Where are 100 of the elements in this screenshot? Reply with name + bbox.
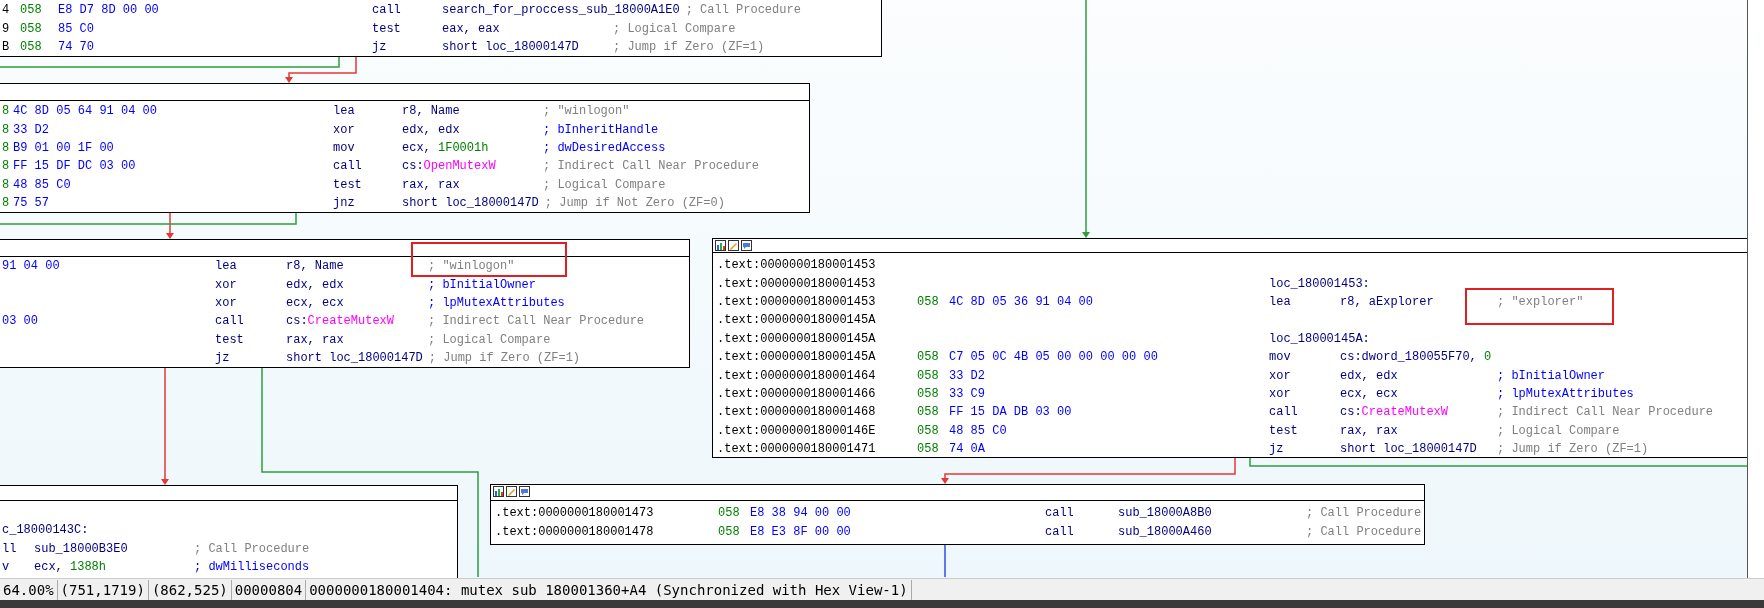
comment-text: ; Indirect Call Near Procedure — [428, 313, 645, 331]
operands: eax, eax — [442, 21, 500, 36]
address-text: .text:0000000180001473 — [495, 506, 654, 521]
operands: cs:CreateMutexW — [1340, 405, 1449, 420]
mnemonic: jz — [215, 351, 230, 366]
opcode-bytes: 33 C9 — [949, 386, 985, 401]
mnemonic: mov — [333, 140, 355, 155]
address-text: 4 — [2, 3, 10, 18]
opcode-bytes: 85 C0 — [58, 21, 94, 36]
opcode-bytes: E8 D7 8D 00 00 — [58, 3, 159, 18]
mnemonic: call — [1045, 524, 1074, 539]
code-label[interactable]: c_18000143C: — [2, 521, 89, 540]
operands: cs:dword_180055F70, 0 — [1340, 350, 1492, 365]
opcode-bytes: FF 15 DF DC 03 00 — [13, 159, 136, 174]
mnemonic: test — [333, 177, 362, 192]
operands: ecx, 1F0001h — [402, 140, 489, 155]
address-text: .text:0000000180001453 — [717, 276, 876, 291]
address-text: .text:0000000180001471 — [717, 442, 876, 457]
address-text: .text:0000000180001468 — [717, 405, 876, 420]
opcode-bytes: B9 01 00 1F 00 — [13, 140, 114, 155]
stack-offset: 058 — [917, 405, 939, 420]
mnemonic: xor — [333, 122, 355, 137]
operands: cs:OpenMutexW — [402, 159, 496, 174]
stack-offset: 8 — [2, 104, 10, 119]
status-text: 00000804 — [231, 579, 307, 600]
comment-text: ; Indirect Call Near Procedure — [1497, 404, 1714, 422]
stack-offset: 058 — [718, 524, 740, 539]
mnemonic: call — [1045, 506, 1074, 521]
opcode-bytes: 4C 8D 05 36 91 04 00 — [949, 294, 1094, 309]
mnemonic: xor — [215, 277, 237, 292]
comment-icon[interactable] — [741, 240, 752, 251]
opcode-bytes: 75 57 — [13, 196, 49, 211]
stack-offset: 058 — [718, 506, 740, 521]
mnemonic: call — [215, 314, 244, 329]
operands: r8, Name — [402, 104, 460, 119]
address-text: .text:000000018000145A — [717, 313, 876, 328]
mnemonic: call — [1269, 405, 1298, 420]
address-text: 9 — [2, 21, 10, 36]
operands: rax, rax — [286, 332, 344, 347]
opcode-bytes: 33 D2 — [949, 368, 985, 383]
operands: short loc_18000147D — [1340, 442, 1477, 457]
edit-icon[interactable] — [728, 240, 739, 251]
operands: rax, rax — [1340, 423, 1398, 438]
operands: ecx, 1388h — [34, 559, 107, 574]
comment-text: ; Jump if Not Zero (ZF=0) — [544, 195, 725, 212]
operands: ecx, ecx — [1340, 386, 1398, 401]
comment-text: ; lpMutexAttributes — [1497, 385, 1634, 403]
comment-text: ; Indirect Call Near Procedure — [543, 158, 760, 176]
graph-icon[interactable] — [493, 486, 504, 497]
mnemonic: mov — [1269, 350, 1291, 365]
comment-icon[interactable] — [519, 486, 530, 497]
mnemonic: call — [333, 159, 362, 174]
status-text: 64.00% — [0, 579, 58, 600]
stack-offset: 8 — [2, 122, 10, 137]
opcode-bytes: C7 05 0C 4B 05 00 00 00 00 00 — [949, 350, 1158, 365]
mnemonic: xor — [215, 295, 237, 310]
comment-text: ; lpMutexAttributes — [428, 294, 565, 312]
operands: short loc_18000147D — [286, 351, 423, 366]
stack-offset: 058 — [917, 350, 939, 365]
mnemonic: xor — [1269, 386, 1291, 401]
graph-canvas[interactable] — [0, 0, 1748, 578]
stack-offset: 8 — [2, 196, 10, 211]
operands: search_for_proccess_sub_18000A1E0 — [442, 3, 680, 18]
address-text: .text:0000000180001466 — [717, 386, 876, 401]
stack-offset: 8 — [2, 177, 10, 192]
comment-text: ; Jump if Zero (ZF=1) — [428, 350, 581, 367]
opcode-bytes: 48 85 C0 — [949, 423, 1007, 438]
stack-offset: 058 — [917, 386, 939, 401]
comment-text: ; Call Procedure — [194, 540, 310, 558]
operands: rax, rax — [402, 177, 460, 192]
code-label[interactable]: loc_18000145A: — [1269, 329, 1370, 348]
opcode-bytes: FF 15 DA DB 03 00 — [949, 405, 1072, 420]
mnemonic: test — [215, 332, 244, 347]
address-text: .text:000000018000145A — [717, 350, 876, 365]
operands: sub_18000B3E0 — [34, 541, 128, 556]
operands: edx, edx — [402, 122, 460, 137]
operands: r8, Name — [286, 259, 344, 274]
stack-offset: 058 — [917, 423, 939, 438]
code-label[interactable]: loc_180001453: — [1269, 274, 1370, 293]
operands: short loc_18000147D — [402, 196, 539, 211]
mnemonic: jz — [1269, 442, 1284, 457]
opcode-bytes: 74 0A — [949, 442, 985, 457]
comment-text: ; bInitialOwner — [1497, 367, 1606, 385]
address-text: .text:0000000180001453 — [717, 258, 876, 273]
operands: sub_18000A460 — [1118, 524, 1212, 539]
mnemonic: lea — [1269, 294, 1291, 309]
edit-icon[interactable] — [506, 486, 517, 497]
opcode-bytes: E8 E3 8F 00 00 — [750, 524, 851, 539]
operands: cs:CreateMutexW — [286, 314, 395, 329]
address-text: .text:0000000180001478 — [495, 524, 654, 539]
address-text: B — [2, 39, 10, 54]
opcode-bytes: E8 38 94 00 00 — [750, 506, 851, 521]
mnemonic: call — [372, 3, 401, 18]
status-text: (862,525) — [148, 579, 232, 600]
graph-icon[interactable] — [715, 240, 726, 251]
comment-text: ; bInheritHandle — [543, 121, 659, 139]
comment-text: ; "winlogon" — [428, 258, 515, 276]
opcode-bytes: 03 00 — [2, 314, 38, 329]
operands: ecx, ecx — [286, 295, 344, 310]
operands: edx, edx — [286, 277, 344, 292]
